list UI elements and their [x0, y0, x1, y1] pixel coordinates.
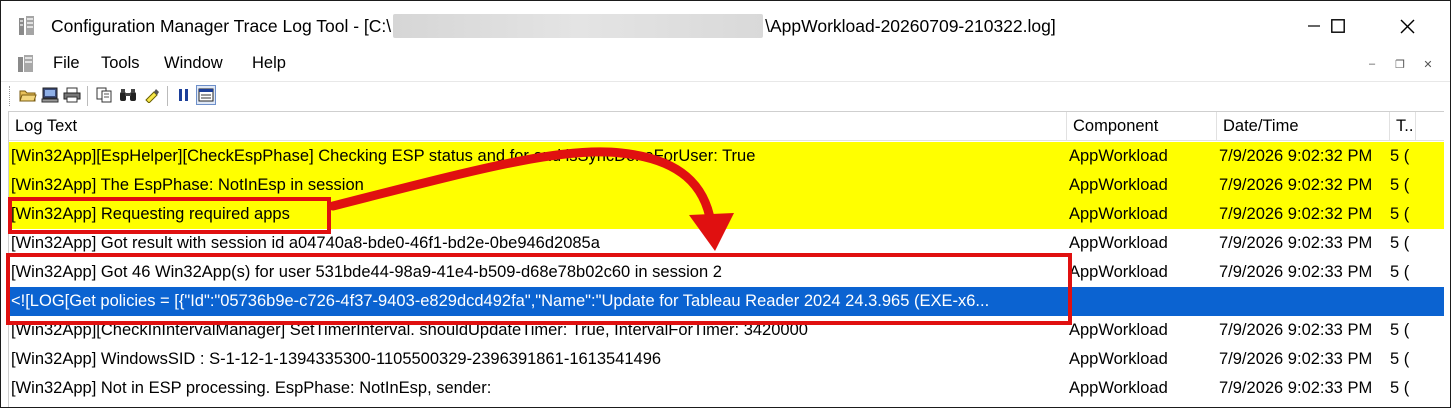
computer-icon [41, 87, 59, 103]
cell-thread: 5 ( [1390, 321, 1410, 339]
close-button[interactable] [1384, 1, 1430, 51]
maximize-button[interactable] [1315, 1, 1361, 51]
mdi-close-icon: ✕ [1423, 58, 1433, 71]
menu-window[interactable]: Window [164, 54, 223, 73]
cell-component: AppWorkload [1069, 234, 1168, 252]
menu-help[interactable]: Help [252, 54, 286, 73]
cell-datetime: 7/9/2026 9:02:33 PM [1219, 321, 1373, 339]
column-header-datetime[interactable]: Date/Time [1217, 112, 1390, 141]
cell-log-text: [Win32App] Requesting required apps [11, 205, 290, 223]
cell-datetime: 7/9/2026 9:02:32 PM [1219, 147, 1373, 165]
mdi-minimize-icon: – [1368, 58, 1376, 70]
cell-log-text: [Win32App] Got 46 Win32App(s) for user 5… [11, 263, 722, 281]
window-title: Configuration Manager Trace Log Tool - [… [51, 14, 1056, 38]
log-row[interactable]: [Win32App] The EspPhase: NotInEsp in ses… [9, 171, 1444, 200]
cell-component: AppWorkload [1069, 350, 1168, 368]
cell-component: AppWorkload [1069, 176, 1168, 194]
cell-log-text: [Win32App] Not in ESP processing. EspPha… [11, 379, 492, 397]
cell-datetime: 7/9/2026 9:02:32 PM [1219, 205, 1373, 223]
column-header-thread[interactable]: T.. [1390, 112, 1416, 141]
mdi-minimize-button[interactable]: – [1359, 52, 1385, 76]
cell-thread: 5 ( [1390, 176, 1410, 194]
cell-log-text: [Win32App][CheckInIntervalManager] SetTi… [11, 321, 808, 339]
toolbar [1, 81, 1450, 108]
redacted-path-block [393, 14, 764, 38]
cell-log-text: <![LOG[Get policies = [{"Id":"05736b9e-c… [11, 292, 990, 310]
cell-thread: 5 ( [1390, 379, 1410, 397]
cell-component [1069, 287, 1217, 316]
column-header-component[interactable]: Component [1067, 112, 1217, 141]
log-row[interactable]: [Win32App] Got 46 Win32App(s) for user 5… [9, 258, 1444, 287]
cell-component: AppWorkload [1069, 205, 1168, 223]
printer-icon [63, 87, 81, 103]
open-config-button[interactable] [40, 85, 60, 105]
mdi-restore-button[interactable]: ❐ [1387, 52, 1413, 76]
log-row[interactable]: [Win32App][EspHelper][CheckEspPhase] Che… [9, 142, 1444, 171]
title-bar[interactable]: Configuration Manager Trace Log Tool - [… [1, 1, 1450, 51]
cell-datetime: 7/9/2026 9:02:33 PM [1219, 350, 1373, 368]
copy-icon [96, 87, 112, 103]
close-icon [1400, 19, 1414, 33]
log-row[interactable]: [Win32App][CheckInIntervalManager] SetTi… [9, 316, 1444, 345]
cell-datetime: 7/9/2026 9:02:32 PM [1219, 176, 1373, 194]
toolbar-separator [87, 86, 88, 106]
cell-datetime: 7/9/2026 9:02:33 PM [1219, 379, 1373, 397]
pause-icon [179, 89, 188, 101]
cell-thread: 5 ( [1390, 205, 1410, 223]
cell-thread: 5 ( [1390, 147, 1410, 165]
log-row[interactable]: [Win32App] WindowsSID : S-1-12-1-1394335… [9, 345, 1444, 374]
mdi-restore-icon: ❐ [1395, 58, 1405, 71]
cell-thread [1390, 287, 1422, 316]
cell-thread: 5 ( [1390, 350, 1410, 368]
copy-button[interactable] [94, 85, 114, 105]
toolbar-separator [167, 86, 168, 106]
cell-thread: 5 ( [1390, 263, 1410, 281]
cell-datetime: 7/9/2026 9:02:33 PM [1219, 234, 1373, 252]
details-pane-icon [198, 88, 214, 102]
log-row[interactable]: [Win32App] Requesting required apps AppWo… [9, 200, 1444, 229]
menu-tools[interactable]: Tools [101, 54, 140, 73]
cell-component: AppWorkload [1069, 147, 1168, 165]
print-button[interactable] [62, 85, 82, 105]
trace-log-window: Configuration Manager Trace Log Tool - [… [0, 0, 1451, 408]
mdi-close-button[interactable]: ✕ [1415, 52, 1441, 76]
binoculars-icon [120, 89, 136, 101]
pause-button[interactable] [174, 85, 194, 105]
cell-component: AppWorkload [1069, 379, 1168, 397]
open-button[interactable] [18, 85, 38, 105]
cell-datetime [1219, 287, 1390, 316]
details-pane-button[interactable] [196, 85, 216, 105]
window-title-suffix: \AppWorkload-20260709-210322.log] [765, 15, 1056, 36]
menu-file[interactable]: File [53, 54, 80, 73]
cmtrace-app-icon [17, 15, 39, 37]
cell-thread: 5 ( [1390, 234, 1410, 252]
cell-log-text: [Win32App] The EspPhase: NotInEsp in ses… [11, 176, 364, 194]
log-row[interactable]: [Win32App] Not in ESP processing. EspPha… [9, 374, 1444, 403]
maximize-icon [1331, 19, 1345, 33]
cell-datetime: 7/9/2026 9:02:33 PM [1219, 263, 1373, 281]
cell-log-text: [Win32App] WindowsSID : S-1-12-1-1394335… [11, 350, 662, 368]
open-folder-icon [19, 90, 37, 102]
log-row[interactable]: <![LOG[Get policies = [{"Id":"05736b9e-c… [9, 287, 1444, 316]
column-header-log-text[interactable]: Log Text [9, 112, 1067, 141]
window-title-prefix: Configuration Manager Trace Log Tool - [… [51, 15, 392, 36]
menu-bar: File Tools Window Help – ❐ ✕ [1, 51, 1450, 78]
cell-log-text: [Win32App] Got result with session id a0… [11, 234, 600, 252]
log-grid[interactable]: Log Text Component Date/Time T.. [Win32A… [8, 111, 1444, 407]
log-row[interactable]: [Win32App] Got result with session id a0… [9, 229, 1444, 258]
find-button[interactable] [118, 85, 138, 105]
toolbar-grip[interactable] [9, 86, 12, 106]
cell-component: AppWorkload [1069, 263, 1168, 281]
highlight-button[interactable] [142, 85, 162, 105]
cell-log-text: [Win32App][EspHelper][CheckEspPhase] Che… [11, 147, 756, 165]
cell-component: AppWorkload [1069, 321, 1168, 339]
highlighter-icon [145, 89, 159, 103]
document-icon[interactable] [17, 54, 35, 74]
grid-header: Log Text Component Date/Time T.. [9, 112, 1444, 141]
